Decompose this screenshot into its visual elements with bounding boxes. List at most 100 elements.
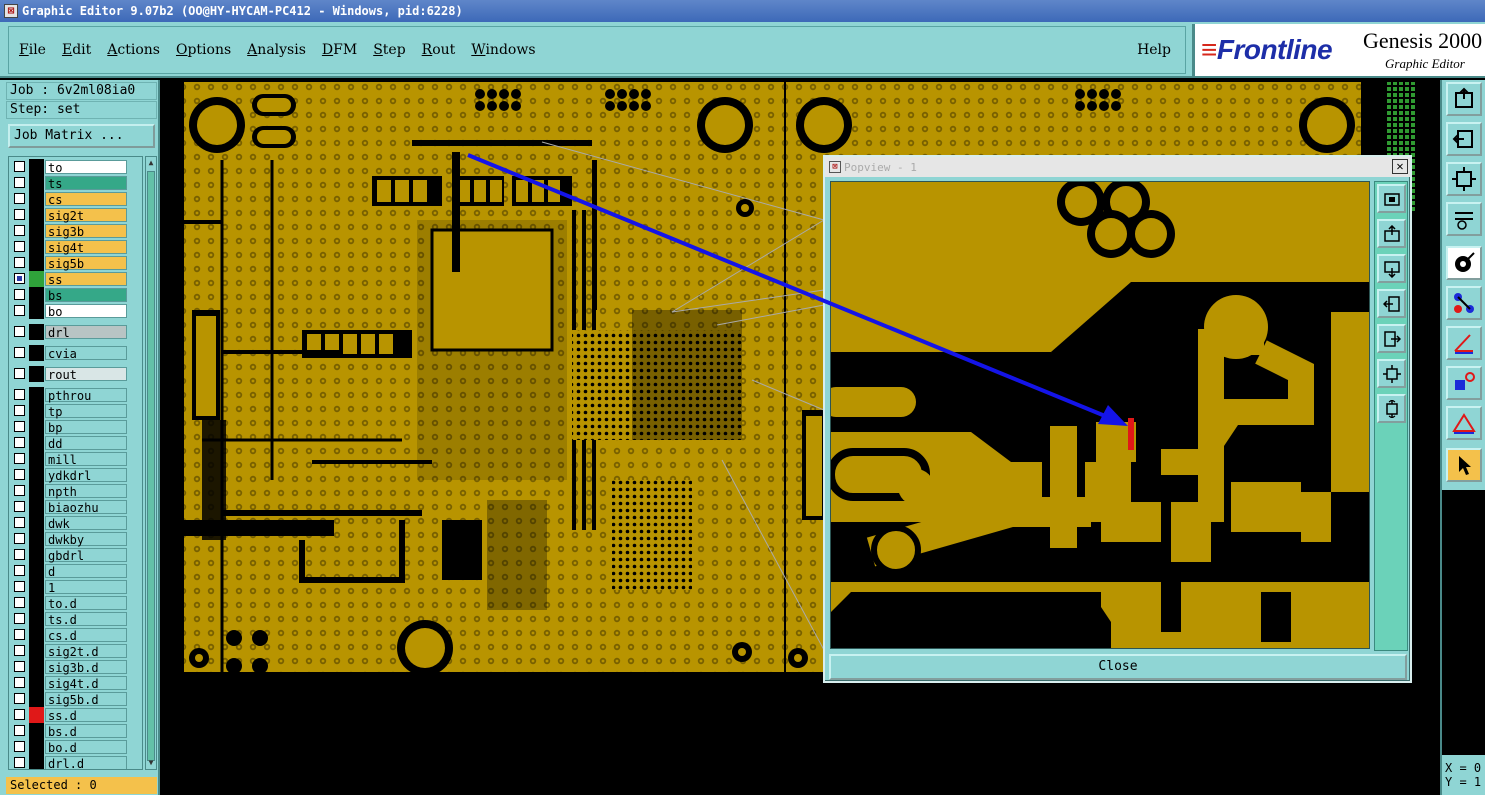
layer-checkbox[interactable] [14, 177, 25, 188]
popview-pan-left-tool[interactable] [1377, 289, 1406, 318]
layer-name[interactable]: sig5b [45, 256, 127, 271]
layer-color-swatch[interactable] [29, 387, 44, 403]
layer-color-swatch[interactable] [29, 467, 44, 483]
layer-name[interactable]: drl.d [45, 756, 127, 769]
layer-row[interactable]: dd [9, 435, 142, 451]
layer-color-swatch[interactable] [29, 271, 44, 287]
layer-color-swatch[interactable] [29, 675, 44, 691]
layer-name[interactable]: ts [45, 176, 127, 191]
layer-checkbox[interactable] [14, 437, 25, 448]
layer-color-swatch[interactable] [29, 531, 44, 547]
layer-checkbox[interactable] [14, 613, 25, 624]
popview-pan-right-tool[interactable] [1377, 324, 1406, 353]
popview-pan-up-tool[interactable] [1377, 219, 1406, 248]
scrollbar-thumb[interactable] [147, 171, 155, 761]
layer-checkbox[interactable] [14, 709, 25, 720]
popview-zoom-in-tool[interactable] [1377, 184, 1406, 213]
layer-checkbox[interactable] [14, 225, 25, 236]
layer-row[interactable]: cvia [9, 345, 142, 361]
layer-name[interactable]: to.d [45, 596, 127, 611]
layer-name[interactable]: pthrou [45, 388, 127, 403]
layer-row[interactable]: bp [9, 419, 142, 435]
layer-name[interactable]: sig2t [45, 208, 127, 223]
menu-actions[interactable]: Actions [107, 42, 160, 58]
snap-tool[interactable] [1446, 366, 1482, 400]
layer-row[interactable]: cs.d [9, 627, 142, 643]
layer-color-swatch[interactable] [29, 159, 44, 175]
layer-row[interactable]: sig4t [9, 239, 142, 255]
layer-color-swatch[interactable] [29, 755, 44, 769]
layer-color-swatch[interactable] [29, 239, 44, 255]
layer-color-swatch[interactable] [29, 579, 44, 595]
layer-name[interactable]: bs [45, 288, 127, 303]
layer-name[interactable]: sig4t.d [45, 676, 127, 691]
scroll-up-icon[interactable]: ▲ [146, 157, 156, 169]
layer-row[interactable]: sig5b [9, 255, 142, 271]
popview-zoom-out-tool[interactable] [1377, 359, 1406, 388]
layer-color-swatch[interactable] [29, 515, 44, 531]
layer-name[interactable]: sig3b [45, 224, 127, 239]
layer-name[interactable]: bs.d [45, 724, 127, 739]
pad-select-tool[interactable] [1446, 246, 1482, 280]
layer-color-swatch[interactable] [29, 345, 44, 361]
layer-checkbox[interactable] [14, 581, 25, 592]
menu-step[interactable]: Step [373, 42, 405, 58]
job-matrix-button[interactable]: Job Matrix ... [8, 124, 155, 148]
layer-row[interactable]: sig2t [9, 207, 142, 223]
menu-dfm[interactable]: DFM [322, 42, 357, 58]
layer-row[interactable]: mill [9, 451, 142, 467]
layer-color-swatch[interactable] [29, 287, 44, 303]
layer-checkbox[interactable] [14, 677, 25, 688]
layer-checkbox[interactable] [14, 209, 25, 220]
layer-checkbox[interactable] [14, 453, 25, 464]
layer-color-swatch[interactable] [29, 547, 44, 563]
layer-row[interactable]: cs [9, 191, 142, 207]
layer-row[interactable]: ydkdrl [9, 467, 142, 483]
layer-row[interactable]: npth [9, 483, 142, 499]
layer-row[interactable]: drl [9, 324, 142, 340]
menu-edit[interactable]: Edit [62, 42, 91, 58]
layer-row[interactable]: ts [9, 175, 142, 191]
layer-checkbox[interactable] [14, 645, 25, 656]
fit-view-tool[interactable] [1446, 162, 1482, 196]
layer-name[interactable]: d [45, 564, 127, 579]
popview-fit-tool[interactable] [1377, 394, 1406, 423]
menu-help[interactable]: Help [1137, 42, 1171, 58]
layer-checkbox[interactable] [14, 549, 25, 560]
layer-name[interactable]: bo.d [45, 740, 127, 755]
layer-name[interactable]: biaozhu [45, 500, 127, 515]
menu-rout[interactable]: Rout [422, 42, 456, 58]
layer-checkbox[interactable] [14, 565, 25, 576]
zoom-home-tool[interactable] [1446, 82, 1482, 116]
layer-color-swatch[interactable] [29, 366, 44, 382]
layer-name[interactable]: mill [45, 452, 127, 467]
layer-color-swatch[interactable] [29, 303, 44, 319]
layer-row[interactable]: d [9, 563, 142, 579]
layer-row[interactable]: to.d [9, 595, 142, 611]
layer-checkbox[interactable] [14, 257, 25, 268]
layer-checkbox[interactable] [14, 161, 25, 172]
layer-row[interactable]: sig3b.d [9, 659, 142, 675]
layer-name[interactable]: tp [45, 404, 127, 419]
layer-checkbox[interactable] [14, 693, 25, 704]
layer-checkbox[interactable] [14, 389, 25, 400]
layer-name[interactable]: dd [45, 436, 127, 451]
layer-checkbox[interactable] [14, 661, 25, 672]
layer-name[interactable]: rout [45, 367, 127, 382]
layer-name[interactable]: gbdrl [45, 548, 127, 563]
menu-options[interactable]: Options [176, 42, 231, 58]
layer-row[interactable]: drl.d [9, 755, 142, 769]
measure-tool[interactable] [1446, 202, 1482, 236]
layer-name[interactable]: sig3b.d [45, 660, 127, 675]
menu-analysis[interactable]: Analysis [247, 42, 306, 58]
layer-checkbox[interactable] [14, 305, 25, 316]
layer-color-swatch[interactable] [29, 739, 44, 755]
layer-name[interactable]: cs.d [45, 628, 127, 643]
layer-row[interactable]: sig5b.d [9, 691, 142, 707]
layer-row[interactable]: biaozhu [9, 499, 142, 515]
layer-row[interactable]: ts.d [9, 611, 142, 627]
layer-row[interactable]: 1 [9, 579, 142, 595]
layer-color-swatch[interactable] [29, 435, 44, 451]
layer-name[interactable]: npth [45, 484, 127, 499]
layer-checkbox[interactable] [14, 368, 25, 379]
